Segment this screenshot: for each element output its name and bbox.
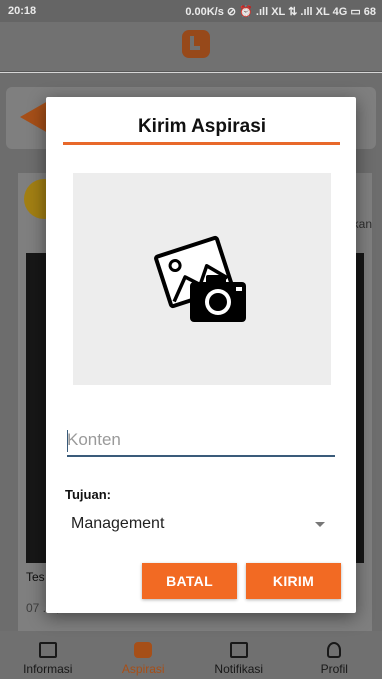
cancel-button[interactable]: BATAL	[142, 563, 237, 599]
title-divider	[63, 142, 340, 145]
target-select[interactable]: Management	[71, 511, 331, 537]
text-cursor	[67, 430, 68, 452]
target-label: Tujuan:	[65, 487, 111, 502]
dropdown-arrow-icon	[315, 521, 325, 527]
content-input[interactable]	[67, 425, 335, 457]
image-picker[interactable]	[73, 173, 331, 385]
add-photo-camera-icon	[154, 235, 246, 322]
submit-button[interactable]: KIRIM	[246, 563, 341, 599]
target-selected-value: Management	[71, 515, 165, 532]
kirim-aspirasi-dialog: Kirim Aspirasi Tujuan: Management BATAL …	[46, 97, 356, 613]
dialog-title: Kirim Aspirasi	[137, 116, 267, 137]
